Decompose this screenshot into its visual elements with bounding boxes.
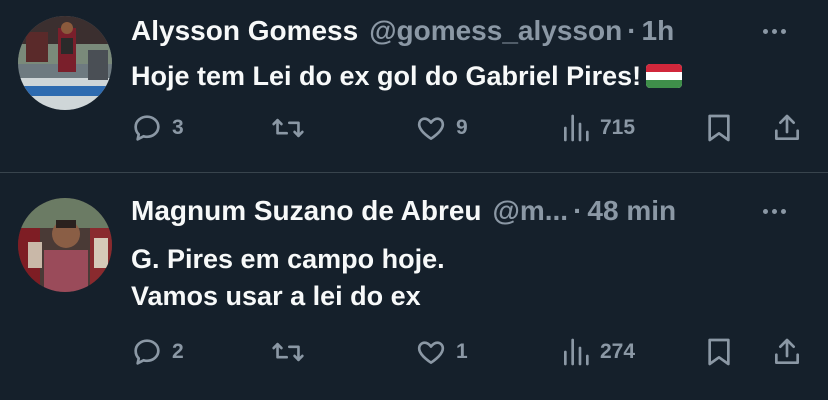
bookmark-icon bbox=[708, 114, 730, 142]
retweet-icon bbox=[272, 118, 304, 138]
reply-button[interactable]: 2 bbox=[131, 334, 184, 370]
like-button[interactable]: 1 bbox=[415, 334, 468, 370]
tweet-text-content: Hoje tem Lei do ex gol do Gabriel Pires! bbox=[131, 61, 642, 91]
retweet-button[interactable] bbox=[271, 334, 314, 370]
like-count: 9 bbox=[456, 116, 468, 139]
share-button[interactable] bbox=[771, 110, 803, 146]
views-chart-icon bbox=[564, 114, 589, 142]
reply-count: 3 bbox=[172, 116, 184, 139]
bookmark-button[interactable] bbox=[704, 334, 734, 370]
tweet[interactable]: Alysson Gomess @gomess_alysson · 1h Hoje… bbox=[0, 0, 828, 173]
retweet-button[interactable] bbox=[271, 110, 314, 146]
reply-button[interactable]: 3 bbox=[131, 110, 184, 146]
tweet-text-line: G. Pires em campo hoje. bbox=[131, 244, 445, 274]
author-name[interactable]: Alysson Gomess bbox=[131, 15, 358, 47]
avatar-photo bbox=[18, 16, 112, 110]
tweet-feed: Alysson Gomess @gomess_alysson · 1h Hoje… bbox=[0, 0, 828, 400]
separator-dot: · bbox=[573, 195, 583, 226]
tweet-actions: 3 9 715 bbox=[131, 110, 808, 146]
bookmark-button[interactable] bbox=[704, 110, 734, 146]
tweet-text: G. Pires em campo hoje. Vamos usar a lei… bbox=[131, 241, 788, 315]
timestamp[interactable]: 1h bbox=[642, 15, 675, 47]
avatar[interactable] bbox=[18, 198, 112, 292]
views-chart-icon bbox=[564, 338, 589, 366]
tweet-header: Alysson Gomess @gomess_alysson · 1h bbox=[131, 14, 808, 48]
tweet-text-line: Vamos usar a lei do ex bbox=[131, 281, 421, 311]
avatar-photo bbox=[18, 198, 112, 292]
share-icon bbox=[775, 338, 799, 364]
heart-icon bbox=[417, 117, 445, 140]
tweet-actions: 2 1 274 bbox=[131, 334, 808, 370]
tweet-header: Magnum Suzano de Abreu @m... · 48 min bbox=[131, 194, 808, 228]
bookmark-icon bbox=[708, 338, 730, 366]
views-button[interactable]: 715 bbox=[561, 110, 635, 146]
more-options-icon[interactable] bbox=[763, 14, 786, 48]
tweet-text-line: Hoje tem Lei do ex gol do Gabriel Pires! bbox=[131, 58, 788, 95]
like-button[interactable]: 9 bbox=[415, 110, 468, 146]
views-count: 715 bbox=[600, 116, 636, 139]
timestamp[interactable]: 48 min bbox=[587, 195, 676, 227]
separator-dot: · bbox=[627, 15, 637, 46]
views-button[interactable]: 274 bbox=[561, 334, 635, 370]
like-count: 1 bbox=[456, 340, 468, 363]
author-handle[interactable]: @m... bbox=[493, 195, 569, 227]
reply-icon bbox=[134, 115, 160, 141]
share-button[interactable] bbox=[771, 334, 803, 370]
author-handle[interactable]: @gomess_alysson bbox=[369, 15, 622, 47]
retweet-icon bbox=[272, 342, 304, 362]
avatar[interactable] bbox=[18, 16, 112, 110]
tweet[interactable]: Magnum Suzano de Abreu @m... · 48 min G.… bbox=[0, 174, 828, 400]
views-count: 274 bbox=[600, 340, 636, 363]
hungary-flag-icon bbox=[646, 64, 683, 88]
reply-icon bbox=[134, 339, 160, 365]
reply-count: 2 bbox=[172, 340, 184, 363]
more-options-icon[interactable] bbox=[763, 194, 786, 228]
tweet-text: Hoje tem Lei do ex gol do Gabriel Pires! bbox=[131, 58, 788, 95]
share-icon bbox=[775, 114, 799, 140]
author-name[interactable]: Magnum Suzano de Abreu bbox=[131, 195, 482, 227]
heart-icon bbox=[417, 341, 445, 364]
